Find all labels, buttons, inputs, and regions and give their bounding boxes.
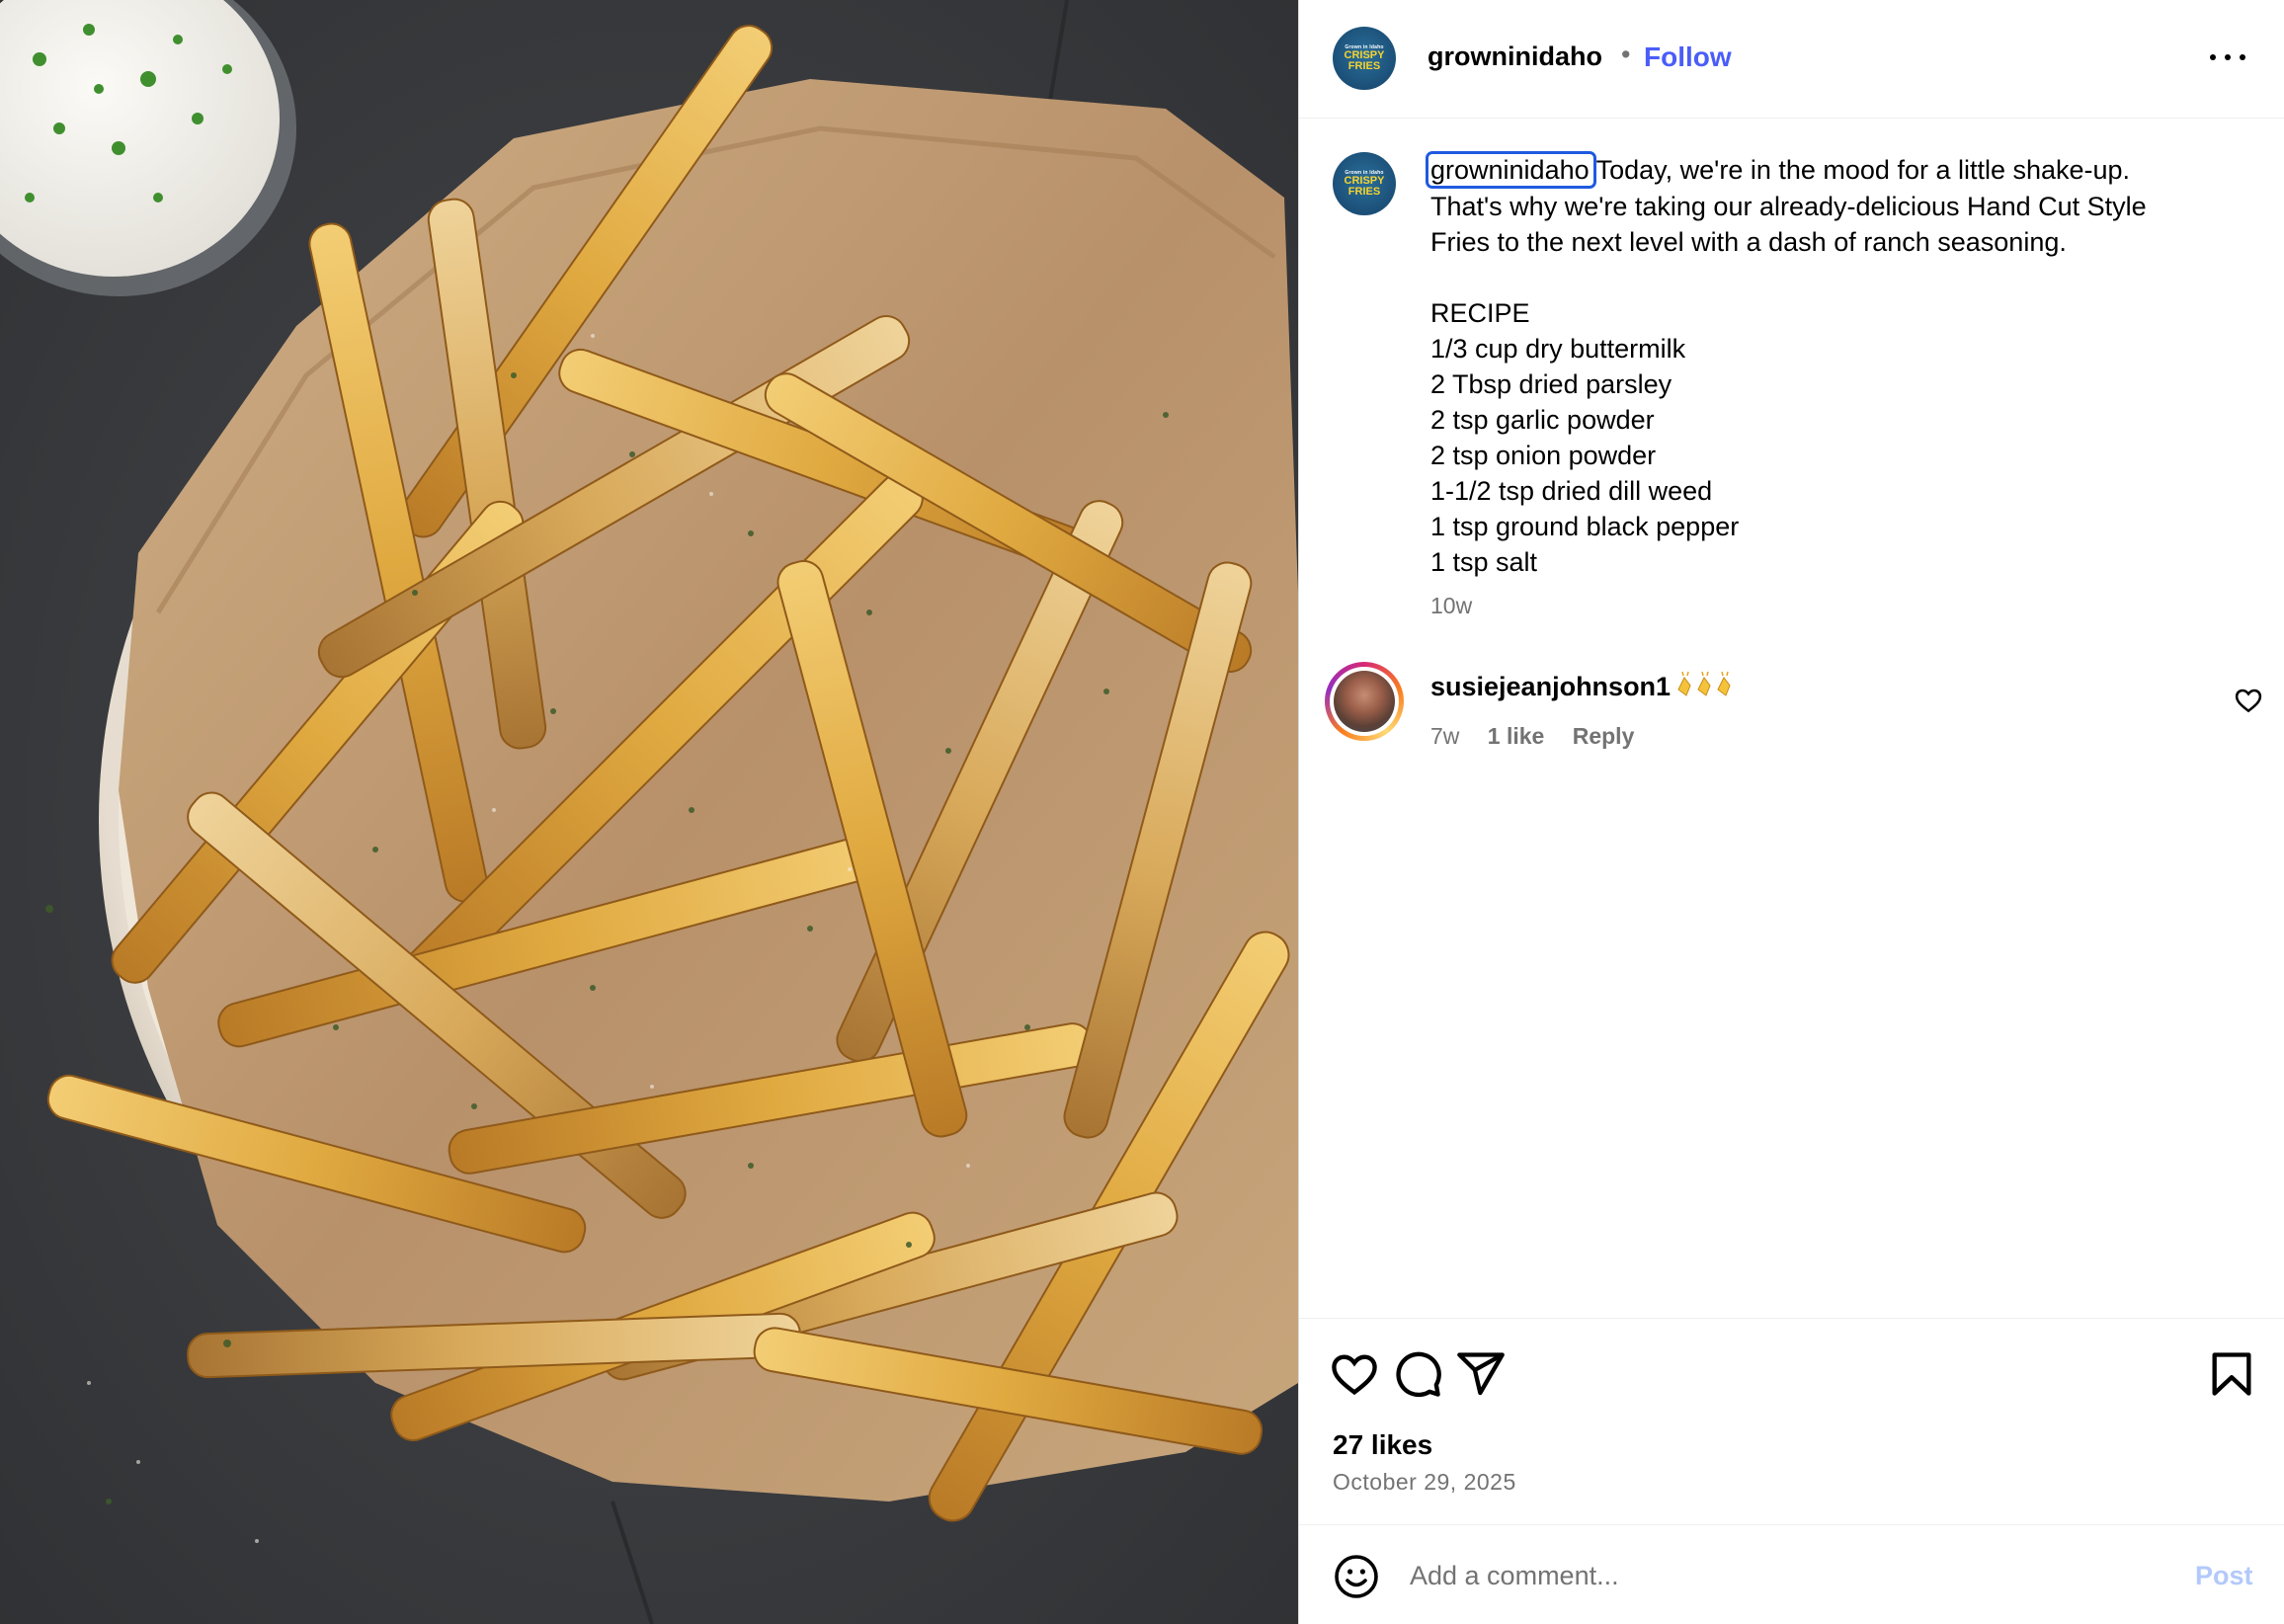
add-comment-bar: Post bbox=[1299, 1524, 2284, 1624]
post-image[interactable] bbox=[0, 0, 1298, 1624]
author-username[interactable]: growninidaho bbox=[1428, 41, 1602, 72]
caption-line: Fries to the next level with a dash of r… bbox=[1430, 227, 2067, 257]
caption-line-text: Today, we're in the mood for a little sh… bbox=[1595, 155, 2131, 185]
caption-line: 2 Tbsp dried parsley bbox=[1430, 369, 1672, 399]
caption-line: 1-1/2 tsp dried dill weed bbox=[1430, 476, 1713, 506]
caption-line: 1/3 cup dry buttermilk bbox=[1430, 334, 1686, 364]
smiley-icon[interactable] bbox=[1333, 1553, 1380, 1600]
separator-dot: • bbox=[1621, 40, 1631, 69]
more-options-icon[interactable] bbox=[2208, 41, 2247, 71]
comment-input[interactable] bbox=[1410, 1553, 2101, 1598]
caption-line: RECIPE bbox=[1430, 298, 1530, 328]
comment-bubble-icon[interactable] bbox=[1392, 1348, 1443, 1400]
share-paper-plane-icon[interactable] bbox=[1455, 1348, 1507, 1400]
caption-line: 1 tsp salt bbox=[1430, 547, 1538, 577]
comment-heart-icon[interactable] bbox=[2234, 686, 2263, 715]
brand-logo: Grown in Idaho CRISPY FRIES bbox=[1344, 43, 1385, 73]
commenter-photo bbox=[1334, 671, 1395, 732]
caption-timestamp[interactable]: 10w bbox=[1430, 593, 1472, 619]
brand-logo-line2: CRISPY bbox=[1344, 174, 1385, 187]
caption-line: 2 tsp garlic powder bbox=[1430, 405, 1655, 435]
post-date: October 29, 2025 bbox=[1333, 1469, 1516, 1495]
brand-logo-line3: FRIES bbox=[1347, 185, 1381, 198]
comment-meta: 7w 1 like Reply bbox=[1430, 723, 1656, 750]
caption-line: 2 tsp onion powder bbox=[1430, 441, 1657, 470]
comment-reply-button[interactable]: Reply bbox=[1573, 723, 1635, 749]
likes-count[interactable]: 27 likes bbox=[1333, 1429, 1432, 1461]
heart-icon[interactable] bbox=[1329, 1348, 1380, 1400]
clapping-hands-icon bbox=[1677, 671, 1731, 696]
post-actions: 27 likes October 29, 2025 bbox=[1299, 1318, 2284, 1525]
caption-text: growninidaho Today, we're in the mood for… bbox=[1426, 151, 2241, 580]
comment-timestamp[interactable]: 7w bbox=[1430, 723, 1459, 749]
caption-line: 1 tsp ground black pepper bbox=[1430, 512, 1740, 541]
brand-logo-line3: FRIES bbox=[1347, 59, 1381, 72]
commenter-username[interactable]: susiejeanjohnson1 bbox=[1430, 672, 1671, 702]
author-avatar[interactable]: Grown in Idaho CRISPY FRIES bbox=[1333, 27, 1396, 90]
post-details-panel: Grown in Idaho CRISPY FRIES growninidaho… bbox=[1298, 0, 2284, 1624]
follow-button[interactable]: Follow bbox=[1644, 41, 1732, 73]
post-header: Grown in Idaho CRISPY FRIES growninidaho… bbox=[1299, 0, 2284, 119]
brand-logo: Grown in Idaho CRISPY FRIES bbox=[1344, 169, 1385, 199]
comment-likes[interactable]: 1 like bbox=[1488, 723, 1545, 749]
post-comment-button[interactable]: Post bbox=[2195, 1561, 2253, 1591]
bookmark-icon[interactable] bbox=[2206, 1348, 2257, 1400]
brand-logo-line2: CRISPY bbox=[1344, 48, 1385, 61]
caption-line: That's why we're taking our already-deli… bbox=[1430, 192, 2147, 221]
caption-line: growninidaho Today, we're in the mood for… bbox=[1426, 151, 2241, 189]
caption-author-avatar[interactable]: Grown in Idaho CRISPY FRIES bbox=[1333, 152, 1396, 215]
fries-photo bbox=[0, 0, 1298, 1624]
caption-username-link[interactable]: growninidaho bbox=[1426, 151, 1596, 189]
commenter-avatar[interactable] bbox=[1325, 662, 1404, 741]
